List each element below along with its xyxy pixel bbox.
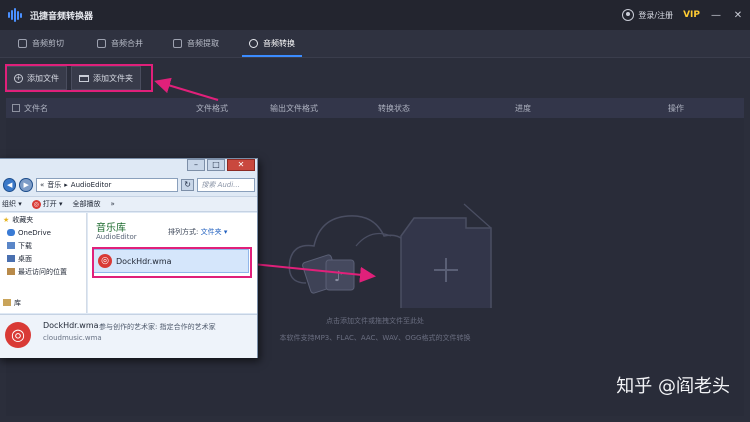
more-commands-button[interactable]: » bbox=[111, 200, 115, 208]
nav-label: 下载 bbox=[18, 241, 32, 250]
back-button[interactable]: ◀ bbox=[3, 178, 17, 192]
explorer-maximize-button[interactable]: □ bbox=[207, 159, 225, 171]
nav-favorites[interactable]: ★ 收藏夹 bbox=[0, 213, 86, 226]
organize-menu[interactable]: 组织 ▾ bbox=[2, 199, 22, 209]
arrow-to-dropzone bbox=[252, 263, 376, 283]
download-folder-icon bbox=[7, 242, 15, 249]
watermark: 知乎 @阎老头 bbox=[616, 376, 730, 397]
details-source: cloudmusic.wma bbox=[43, 334, 102, 342]
nav-desktop[interactable]: 桌面 bbox=[0, 252, 86, 265]
open-menu[interactable]: ◎ 打开 ▾ bbox=[31, 199, 63, 209]
breadcrumb-music[interactable]: 音乐 bbox=[47, 180, 61, 190]
breadcrumb-overflow: « bbox=[39, 181, 45, 189]
arrange-value: 文件夹 ▾ bbox=[200, 228, 228, 236]
netease-music-icon: ◎ bbox=[5, 322, 31, 348]
nav-label: 最近访问的位置 bbox=[18, 267, 67, 276]
details-pane: ◎ DockHdr.wma 参与创作的艺术家: 指定合作的艺术家 cloudmu… bbox=[0, 314, 257, 358]
breadcrumb-separator: ▸ bbox=[64, 181, 68, 189]
explorer-minimize-button[interactable]: – bbox=[187, 159, 205, 171]
library-title: 音乐库 bbox=[96, 223, 126, 234]
navigation-pane: ★ 收藏夹 OneDrive 下载 桌面 最近访问的位置 库 bbox=[0, 213, 87, 313]
nav-label: OneDrive bbox=[18, 228, 51, 237]
library-icon bbox=[3, 299, 11, 306]
details-artist: 参与创作的艺术家: 指定合作的艺术家 bbox=[99, 323, 216, 331]
arrange-label: 排列方式: bbox=[168, 228, 199, 236]
recent-icon bbox=[7, 268, 15, 275]
netease-icon: ◎ bbox=[31, 199, 41, 209]
explorer-search-input[interactable]: 搜索 Audi... bbox=[197, 178, 255, 192]
address-bar: ◀ ▶ « 音乐 ▸ AudioEditor ↻ 搜索 Audi... bbox=[3, 177, 255, 193]
breadcrumb-audioeditor[interactable]: AudioEditor bbox=[71, 181, 112, 189]
nav-label: 库 bbox=[14, 298, 21, 307]
nav-label: 收藏夹 bbox=[12, 215, 34, 224]
explorer-close-button[interactable]: ✕ bbox=[227, 159, 255, 171]
library-subtitle: AudioEditor bbox=[96, 233, 137, 241]
play-all-button[interactable]: 全部播放 bbox=[73, 199, 101, 209]
details-file-name: DockHdr.wma bbox=[43, 321, 99, 330]
arrow-to-toolbar bbox=[154, 77, 219, 101]
command-bar: 组织 ▾ ◎ 打开 ▾ 全部播放 » bbox=[0, 196, 257, 212]
file-highlight-box bbox=[92, 247, 252, 278]
cloud-icon bbox=[7, 229, 15, 236]
explorer-caption: – □ ✕ bbox=[0, 159, 257, 175]
open-label: 打开 ▾ bbox=[42, 200, 63, 208]
star-icon: ★ bbox=[3, 215, 10, 224]
nav-library[interactable]: 库 bbox=[0, 296, 86, 309]
refresh-button[interactable]: ↻ bbox=[180, 179, 195, 191]
desktop-icon bbox=[7, 255, 15, 262]
nav-downloads[interactable]: 下载 bbox=[0, 239, 86, 252]
forward-button[interactable]: ▶ bbox=[19, 178, 33, 192]
nav-label: 桌面 bbox=[18, 254, 32, 263]
nav-onedrive[interactable]: OneDrive bbox=[0, 226, 86, 239]
nav-recent[interactable]: 最近访问的位置 bbox=[0, 265, 86, 278]
address-field[interactable]: « 音乐 ▸ AudioEditor bbox=[35, 178, 178, 192]
arrange-by[interactable]: 排列方式: 文件夹 ▾ bbox=[168, 227, 227, 237]
